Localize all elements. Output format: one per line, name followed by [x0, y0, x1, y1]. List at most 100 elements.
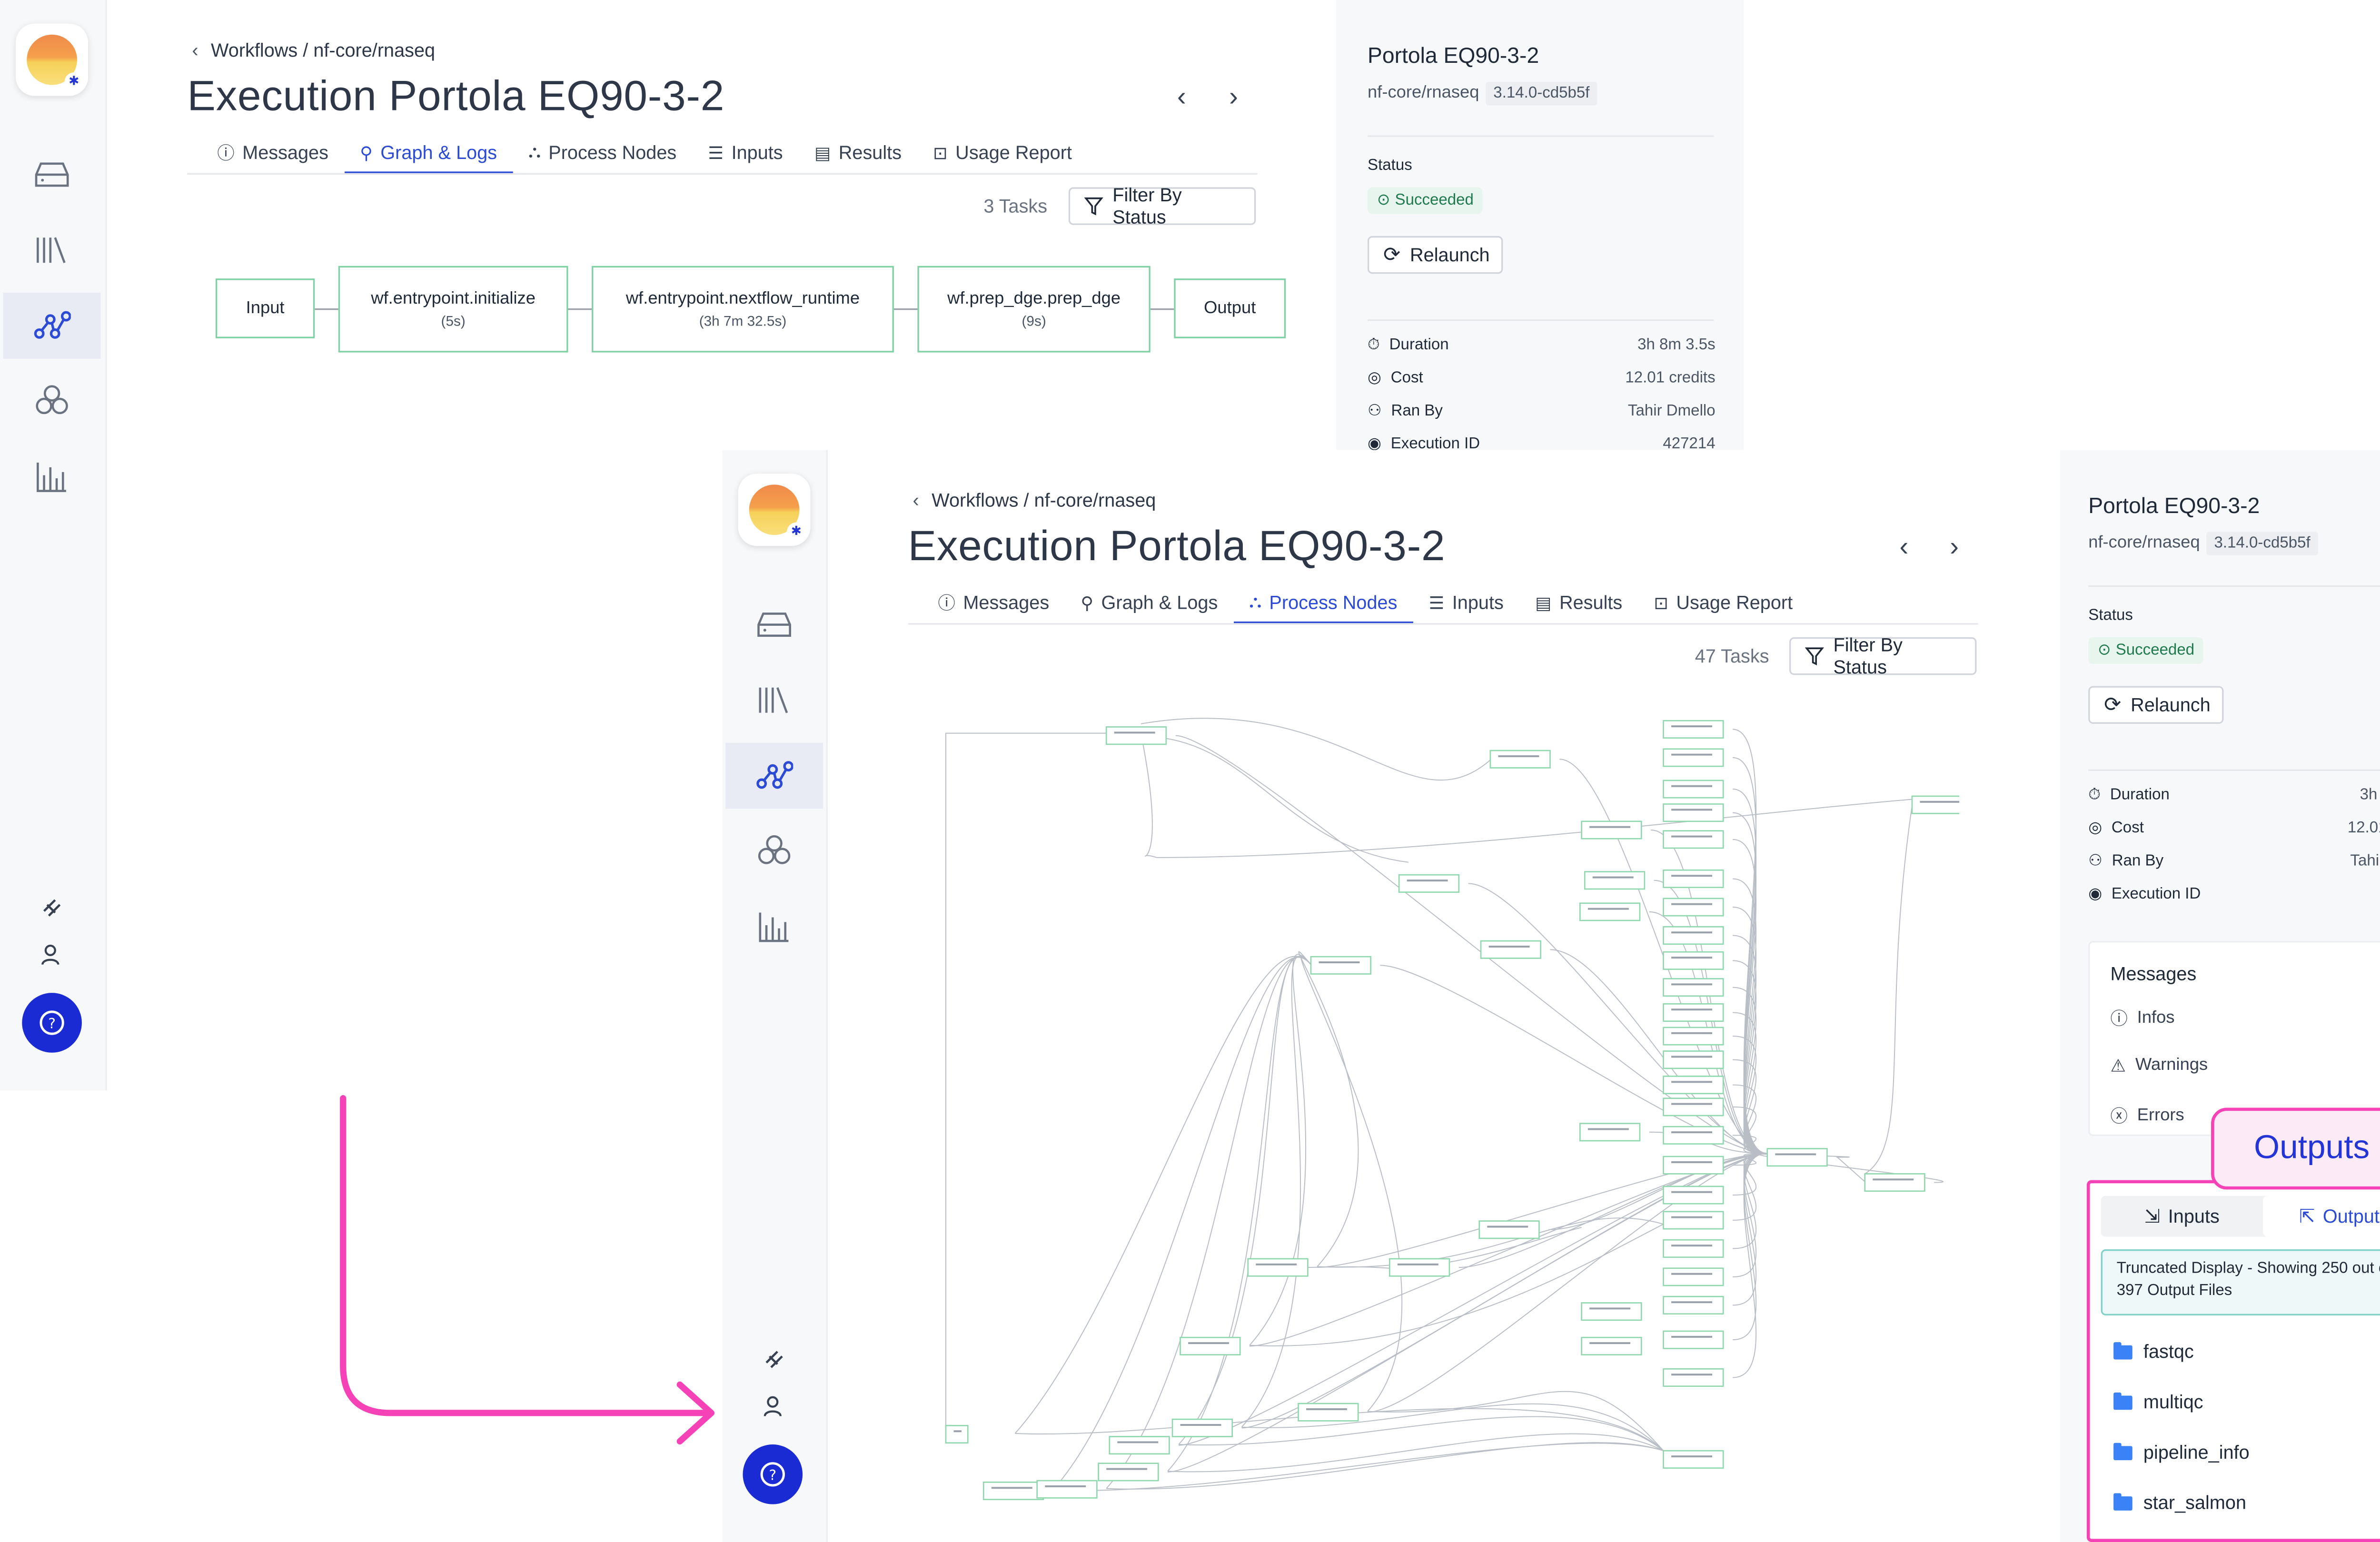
dag-process-node[interactable]	[1663, 830, 1724, 849]
bg-tab-graph-logs[interactable]: ⚲ Graph & Logs	[344, 134, 513, 175]
dag-process-node[interactable]	[1663, 803, 1724, 822]
dag-process-node[interactable]	[1663, 1239, 1724, 1258]
front-breadcrumb[interactable]: ‹ Workflows / nf-core/rnaseq	[913, 489, 1156, 511]
dag-process-node[interactable]	[1663, 1186, 1724, 1205]
dag-process-node[interactable]	[1663, 780, 1724, 799]
front-filter-by-status-button[interactable]: Filter By Status	[1789, 634, 1977, 678]
dag-process-node[interactable]	[1180, 1336, 1241, 1355]
front-nav-data-icon[interactable]	[725, 592, 823, 658]
front-nav-workflows-icon[interactable]	[725, 742, 823, 809]
dag-process-node[interactable]	[1098, 1463, 1159, 1482]
dag-process-node[interactable]	[1478, 1220, 1540, 1239]
dag-process-node[interactable]	[1388, 1258, 1450, 1277]
front-prev-execution-icon[interactable]: ‹	[1899, 532, 1908, 563]
dag-process-node[interactable]	[1579, 902, 1641, 921]
bg-relaunch-button[interactable]: ⟳ Relaunch	[1368, 236, 1503, 274]
dag-process-node[interactable]	[1298, 1403, 1359, 1422]
folder-fastqc[interactable]: fastqc	[2113, 1341, 2194, 1363]
dag-process-node[interactable]	[1581, 1302, 1642, 1321]
dag-process-node[interactable]	[1663, 748, 1724, 767]
front-nav-hexagons-icon[interactable]	[725, 818, 823, 884]
io-tab-inputs[interactable]: ⇲ Inputs	[2101, 1196, 2263, 1237]
dag-process-node[interactable]	[983, 1482, 1044, 1501]
dag-process-node[interactable]	[1663, 1211, 1724, 1230]
front-tab-inputs[interactable]: ☰ Inputs	[1413, 584, 1519, 622]
front-next-execution-icon[interactable]: ›	[1950, 532, 1959, 563]
front-support-chat-button[interactable]: ?	[743, 1444, 803, 1504]
bg-nav-data-icon[interactable]	[3, 142, 101, 208]
bg-breadcrumb[interactable]: ‹ Workflows / nf-core/rnaseq	[192, 40, 435, 61]
dag-process-node[interactable]	[1489, 750, 1551, 769]
dag-process-node[interactable]	[1663, 1330, 1724, 1349]
dag-process-node[interactable]	[1663, 1097, 1724, 1117]
dag-process-node[interactable]	[1663, 1126, 1724, 1145]
bg-node-nextflow-runtime[interactable]: wf.entrypoint.nextflow_runtime (3h 7m 32…	[592, 266, 894, 353]
dag-process-node[interactable]	[1584, 871, 1646, 890]
dag-process-node[interactable]	[945, 1425, 969, 1444]
front-nav-library-icon[interactable]	[725, 667, 823, 733]
dag-process-node[interactable]	[1663, 1027, 1724, 1046]
folder-multiqc[interactable]: multiqc	[2113, 1391, 2203, 1413]
messages-infos-row[interactable]: ⓘInfos 0	[2111, 1006, 2380, 1031]
bg-next-execution-icon[interactable]: ›	[1229, 82, 1238, 113]
dag-process-node[interactable]	[1109, 1436, 1170, 1455]
dag-process-node[interactable]	[1663, 1295, 1724, 1315]
messages-warnings-row[interactable]: ⚠Warnings 0	[2111, 1054, 2380, 1076]
bg-nav-chart-icon[interactable]	[3, 444, 101, 510]
front-tab-results[interactable]: ▤ Results	[1519, 584, 1638, 622]
bg-node-initialize[interactable]: wf.entrypoint.initialize (5s)	[338, 266, 568, 353]
bg-tab-messages[interactable]: ⓘ Messages	[201, 134, 344, 171]
dag-process-node[interactable]	[1581, 1336, 1642, 1355]
front-app-logo[interactable]: ✱	[738, 474, 811, 546]
dag-process-node[interactable]	[1663, 951, 1724, 970]
dag-process-node[interactable]	[1766, 1148, 1828, 1167]
dag-process-node[interactable]	[1480, 940, 1542, 959]
bg-nav-library-icon[interactable]	[3, 217, 101, 283]
dag-process-node[interactable]	[1663, 869, 1724, 888]
bg-support-chat-button[interactable]: ?	[22, 993, 82, 1053]
bg-tab-inputs[interactable]: ☰ Inputs	[692, 134, 798, 171]
bg-tab-results[interactable]: ▤ Results	[799, 134, 917, 171]
bg-tab-usage-report[interactable]: ⊡ Usage Report	[917, 134, 1088, 171]
dag-process-node[interactable]	[1663, 978, 1724, 997]
dag-process-node[interactable]	[1105, 726, 1167, 745]
dag-process-node[interactable]	[1171, 1418, 1233, 1437]
bg-filter-by-status-button[interactable]: Filter By Status	[1068, 184, 1256, 228]
front-tab-messages[interactable]: ⓘ Messages	[922, 584, 1065, 622]
folder-pipeline-info[interactable]: pipeline_info	[2113, 1441, 2250, 1463]
dag-process-node[interactable]	[1663, 1076, 1724, 1095]
bg-node-input[interactable]: Input	[215, 278, 315, 338]
dag-process-node[interactable]	[1663, 720, 1724, 739]
dag-process-node[interactable]	[1663, 1450, 1724, 1469]
bg-node-prep-dge[interactable]: wf.prep_dge.prep_dge (9s)	[917, 266, 1150, 353]
dag-process-node[interactable]	[1310, 956, 1371, 975]
bg-nav-hexagons-icon[interactable]	[3, 368, 101, 435]
dag-process-node[interactable]	[1663, 1050, 1724, 1069]
dag-process-node[interactable]	[1398, 874, 1460, 893]
dag-process-node[interactable]	[1579, 1123, 1641, 1142]
dag-process-node[interactable]	[1864, 1173, 1925, 1192]
dag-process-node[interactable]	[1663, 1368, 1724, 1387]
front-relaunch-button[interactable]: ⟳ Relaunch	[2088, 686, 2224, 724]
bg-node-output[interactable]: Output	[1174, 278, 1286, 338]
bg-app-logo[interactable]: ✱	[16, 23, 89, 96]
io-tab-outputs[interactable]: ⇱Outputs	[2263, 1196, 2380, 1237]
dag-process-node[interactable]	[1663, 1156, 1724, 1175]
front-tab-process-nodes[interactable]: ⛬ Process Nodes	[1233, 584, 1413, 625]
dag-process-node[interactable]	[1036, 1480, 1098, 1499]
dag-process-node[interactable]	[1663, 1267, 1724, 1286]
front-tab-usage-report[interactable]: ⊡ Usage Report	[1638, 584, 1808, 622]
bg-account-icon[interactable]	[3, 922, 101, 988]
folder-star-salmon[interactable]: star_salmon	[2113, 1492, 2246, 1513]
front-nav-chart-icon[interactable]	[725, 894, 823, 960]
bg-nav-workflows-icon[interactable]	[3, 292, 101, 359]
dag-process-node[interactable]	[1247, 1258, 1309, 1277]
process-nodes-graph[interactable]	[936, 705, 1960, 1507]
dag-process-node[interactable]	[1663, 926, 1724, 945]
front-tab-graph-logs[interactable]: ⚲ Graph & Logs	[1065, 584, 1233, 622]
dag-process-node[interactable]	[1663, 898, 1724, 917]
front-account-icon[interactable]	[725, 1374, 823, 1440]
dag-process-node[interactable]	[1663, 1003, 1724, 1022]
bg-tab-process-nodes[interactable]: ⛬ Process Nodes	[513, 134, 692, 171]
dag-process-node[interactable]	[1581, 820, 1642, 840]
